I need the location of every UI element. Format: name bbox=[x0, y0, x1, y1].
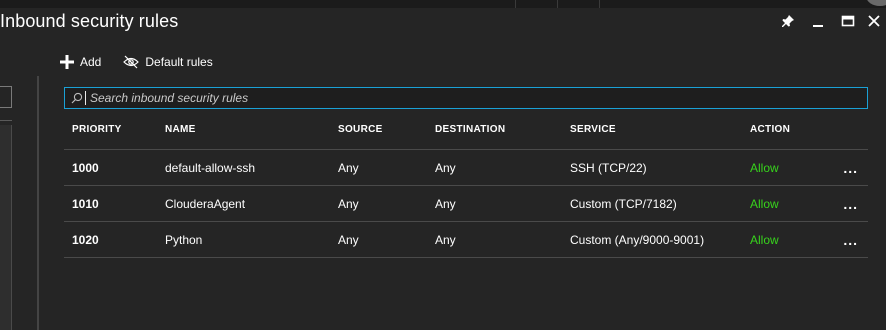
pin-icon[interactable] bbox=[780, 13, 796, 29]
more-options-button[interactable]: ... bbox=[843, 232, 858, 248]
more-options-button[interactable]: ... bbox=[843, 160, 858, 176]
cell-name: ClouderaAgent bbox=[165, 197, 246, 211]
add-label: Add bbox=[80, 55, 102, 69]
column-header-destination[interactable]: DESTINATION bbox=[435, 124, 505, 135]
plus-icon bbox=[60, 55, 74, 69]
column-header-name[interactable]: NAME bbox=[165, 124, 196, 135]
table-row[interactable]: 1010 ClouderaAgent Any Any Custom (TCP/7… bbox=[64, 186, 868, 222]
cell-destination: Any bbox=[435, 197, 456, 211]
side-scrollbar[interactable] bbox=[0, 125, 12, 330]
search-box[interactable] bbox=[64, 87, 868, 109]
table-row[interactable]: 1020 Python Any Any Custom (Any/9000-900… bbox=[64, 222, 868, 258]
column-header-service[interactable]: SERVICE bbox=[570, 124, 616, 135]
cell-name: Python bbox=[165, 233, 203, 247]
pane-divider bbox=[37, 76, 39, 330]
more-options-button[interactable]: ... bbox=[843, 196, 858, 212]
cell-source: Any bbox=[338, 197, 359, 211]
cell-source: Any bbox=[338, 233, 359, 247]
cell-source: Any bbox=[338, 161, 359, 175]
cell-action: Allow bbox=[750, 161, 779, 175]
default-rules-label: Default rules bbox=[145, 55, 213, 69]
cell-name: default-allow-ssh bbox=[165, 161, 256, 175]
cell-action: Allow bbox=[750, 233, 779, 247]
cell-destination: Any bbox=[435, 161, 456, 175]
cell-destination: Any bbox=[435, 233, 456, 247]
page-title: Inbound security rules bbox=[0, 11, 179, 31]
table-row[interactable]: 1000 default-allow-ssh Any Any SSH (TCP/… bbox=[64, 150, 868, 186]
cell-priority: 1020 bbox=[72, 233, 99, 247]
column-header-source[interactable]: SOURCE bbox=[338, 124, 383, 135]
column-header-priority[interactable]: PRIORITY bbox=[72, 124, 122, 135]
side-filter-input[interactable] bbox=[0, 86, 12, 108]
cell-priority: 1000 bbox=[72, 161, 99, 175]
rules-table: PRIORITY NAME SOURCE DESTINATION SERVICE… bbox=[64, 116, 868, 258]
command-bar: Add Default rules bbox=[60, 52, 213, 72]
blade-header: Inbound security rules bbox=[0, 0, 886, 42]
table-header: PRIORITY NAME SOURCE DESTINATION SERVICE… bbox=[64, 116, 868, 150]
cell-priority: 1010 bbox=[72, 197, 99, 211]
side-divider bbox=[0, 120, 12, 121]
cell-action: Allow bbox=[750, 197, 779, 211]
cell-service: Custom (TCP/7182) bbox=[570, 197, 677, 211]
add-button[interactable]: Add bbox=[60, 52, 101, 72]
close-icon[interactable] bbox=[866, 13, 882, 29]
eye-hidden-icon bbox=[123, 55, 140, 69]
cell-service: Custom (Any/9000-9001) bbox=[570, 233, 705, 247]
text-cursor bbox=[85, 91, 86, 105]
minimize-icon[interactable] bbox=[810, 13, 826, 29]
search-input[interactable] bbox=[90, 91, 850, 105]
default-rules-button[interactable]: Default rules bbox=[123, 52, 213, 72]
search-icon bbox=[71, 92, 83, 104]
column-header-action[interactable]: ACTION bbox=[750, 124, 790, 135]
cell-service: SSH (TCP/22) bbox=[570, 161, 647, 175]
maximize-icon[interactable] bbox=[840, 13, 856, 29]
